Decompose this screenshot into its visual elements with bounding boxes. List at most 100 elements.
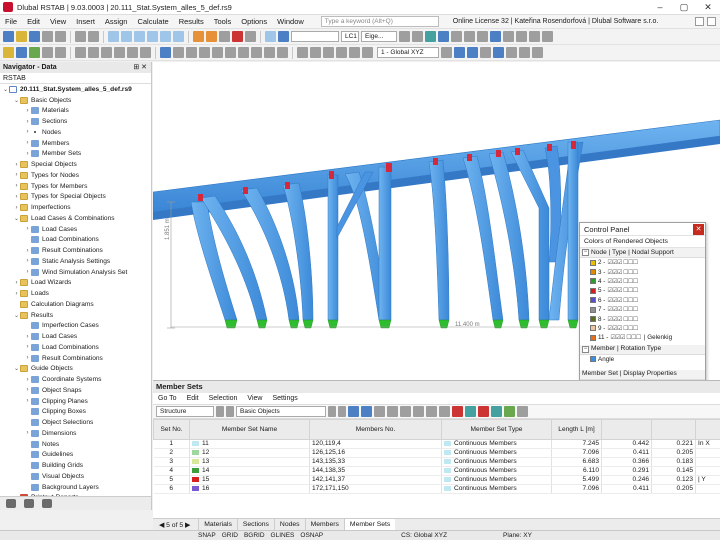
table-row[interactable]: 5 15 142,141,37 Continuous Members 5.499 0.24… xyxy=(153,475,720,485)
cell-members[interactable]: 172,171,150 xyxy=(309,484,442,494)
next-type-icon[interactable] xyxy=(338,406,346,417)
pick-icon[interactable] xyxy=(361,406,372,417)
expand-right-icon[interactable]: › xyxy=(24,248,31,254)
cell-name[interactable]: 11 xyxy=(189,439,310,449)
select-icon[interactable] xyxy=(438,31,449,42)
redo-icon[interactable] xyxy=(88,31,99,42)
expand-down-icon[interactable]: ⌄ xyxy=(13,312,20,319)
col-name[interactable]: Member Set Name xyxy=(189,419,310,440)
display-properties-section[interactable]: Member Set | Display Properties xyxy=(580,369,705,380)
lighting-icon[interactable] xyxy=(336,47,347,58)
next-object-icon[interactable] xyxy=(226,406,234,417)
zoom-icon[interactable] xyxy=(451,31,462,42)
table-tool-6-icon[interactable] xyxy=(439,406,450,417)
cell-c7[interactable]: 0.123 xyxy=(651,475,696,485)
keyword-search-input[interactable]: Type a keyword (Alt+Q) xyxy=(320,16,439,27)
col-8[interactable] xyxy=(695,419,720,440)
expand-right-icon[interactable]: › xyxy=(24,108,31,114)
rotate-icon[interactable] xyxy=(477,31,488,42)
move-icon[interactable] xyxy=(75,47,86,58)
workplane-icon[interactable] xyxy=(454,47,465,58)
cell-c8[interactable] xyxy=(695,457,720,467)
cell-length[interactable]: 5.499 xyxy=(551,475,602,485)
col-length[interactable]: Length L [m] xyxy=(551,419,602,440)
cell-members[interactable]: 143,135,33 xyxy=(309,457,442,467)
window-toggle-icon[interactable] xyxy=(707,17,716,26)
cell-c7[interactable]: 0.205 xyxy=(651,484,696,494)
cell-type[interactable]: Continuous Members xyxy=(441,448,552,458)
menu-view[interactable]: View xyxy=(45,17,71,26)
col-members[interactable]: Members No. xyxy=(309,419,442,440)
arc-tool-icon[interactable] xyxy=(55,47,66,58)
expand-right-icon[interactable]: › xyxy=(24,398,31,404)
object-type-select[interactable]: Basic Objects xyxy=(236,406,326,417)
report-icon[interactable] xyxy=(55,31,66,42)
cell-name[interactable]: 14 xyxy=(189,466,310,476)
node-tool-icon[interactable] xyxy=(3,47,14,58)
menu-tools[interactable]: Tools xyxy=(209,17,237,26)
cell-type[interactable]: Continuous Members xyxy=(441,457,552,467)
tree-item[interactable]: Calculation Diagrams xyxy=(0,299,151,310)
top-view-icon[interactable] xyxy=(516,31,527,42)
load-case-select[interactable]: LC1 xyxy=(341,31,359,42)
view-window-6-icon[interactable] xyxy=(173,31,184,42)
cell-c7[interactable]: 0.183 xyxy=(651,457,696,467)
display-grid-icon[interactable] xyxy=(493,47,504,58)
tree-item[interactable]: ⌄ 20.111_Stat.System_alles_5_def.rs9 xyxy=(0,84,151,95)
tree-item[interactable]: Clipping Boxes xyxy=(0,407,151,418)
col-7[interactable] xyxy=(651,419,696,440)
object-snap-icon[interactable] xyxy=(467,47,478,58)
expand-down-icon[interactable]: ⌄ xyxy=(13,215,20,222)
tree-item[interactable]: › Loads xyxy=(0,288,151,299)
support-color-row[interactable]: 7 - ☑☑☑ ☐☐☐ xyxy=(580,305,705,314)
guideline-icon[interactable] xyxy=(199,47,210,58)
table-tool-3-icon[interactable] xyxy=(400,406,411,417)
table-tab[interactable]: Members xyxy=(304,518,344,530)
tree-item[interactable]: › Members xyxy=(0,138,151,149)
table-row[interactable]: 2 12 126,125,16 Continuous Members 7.096 0.41… xyxy=(153,448,720,458)
collapse-icon[interactable]: − xyxy=(582,249,589,256)
excel-icon[interactable] xyxy=(504,406,515,417)
col-6[interactable] xyxy=(601,419,652,440)
snap-grid-icon[interactable] xyxy=(480,47,491,58)
tree-item[interactable]: ⌄ Results xyxy=(0,310,151,321)
col-type[interactable]: Member Set Type xyxy=(441,419,552,440)
display-options-icon[interactable] xyxy=(362,47,373,58)
table-tool-5-icon[interactable] xyxy=(426,406,437,417)
load-case-name-select[interactable]: Eige... xyxy=(361,31,397,42)
support-color-row[interactable]: 8 - ☑☑☑ ☐☐☐ xyxy=(580,314,705,323)
cell-c7[interactable]: 0.145 xyxy=(651,466,696,476)
tree-item[interactable]: › Imperfections xyxy=(0,202,151,213)
expand-right-icon[interactable]: › xyxy=(24,377,31,383)
expand-right-icon[interactable]: › xyxy=(24,119,31,125)
tree-item[interactable]: › Types for Members xyxy=(0,181,151,192)
expand-right-icon[interactable]: › xyxy=(24,355,31,361)
cell-c8[interactable]: In X xyxy=(695,439,720,449)
perspective-icon[interactable] xyxy=(542,31,553,42)
cell-members[interactable]: 144,138,35 xyxy=(309,466,442,476)
transparency-icon[interactable] xyxy=(323,47,334,58)
cell-type[interactable]: Continuous Members xyxy=(441,475,552,485)
results-icon[interactable] xyxy=(219,31,230,42)
support-color-row[interactable]: 3 - ☑☑☑ ☐☐☐ xyxy=(580,267,705,276)
tree-item[interactable]: ⌄ Guide Objects xyxy=(0,364,151,375)
scale-icon[interactable] xyxy=(114,47,125,58)
menu-window[interactable]: Window xyxy=(272,17,309,26)
mirror-icon[interactable] xyxy=(101,47,112,58)
status-osnap[interactable]: OSNAP xyxy=(297,532,326,539)
cell-c6[interactable]: 0.366 xyxy=(601,457,652,467)
support-color-row[interactable]: 2 - ☑☑☑ ☐☐☐ xyxy=(580,258,705,267)
tree-item[interactable]: Guidelines xyxy=(0,450,151,461)
tree-item[interactable]: › Sections xyxy=(0,116,151,127)
snap-icon[interactable] xyxy=(225,47,236,58)
table-tool-2-icon[interactable] xyxy=(387,406,398,417)
tree-item[interactable]: › Types for Nodes xyxy=(0,170,151,181)
tree-item[interactable]: Object Selections xyxy=(0,417,151,428)
wireframe-icon[interactable] xyxy=(310,47,321,58)
table-tab[interactable]: Sections xyxy=(236,518,274,530)
calculate-icon[interactable] xyxy=(193,31,204,42)
tree-item[interactable]: Imperfection Cases xyxy=(0,321,151,332)
cell-c6[interactable]: 0.442 xyxy=(601,439,652,449)
table-tab[interactable]: Materials xyxy=(198,518,237,530)
view-window-2-icon[interactable] xyxy=(121,31,132,42)
